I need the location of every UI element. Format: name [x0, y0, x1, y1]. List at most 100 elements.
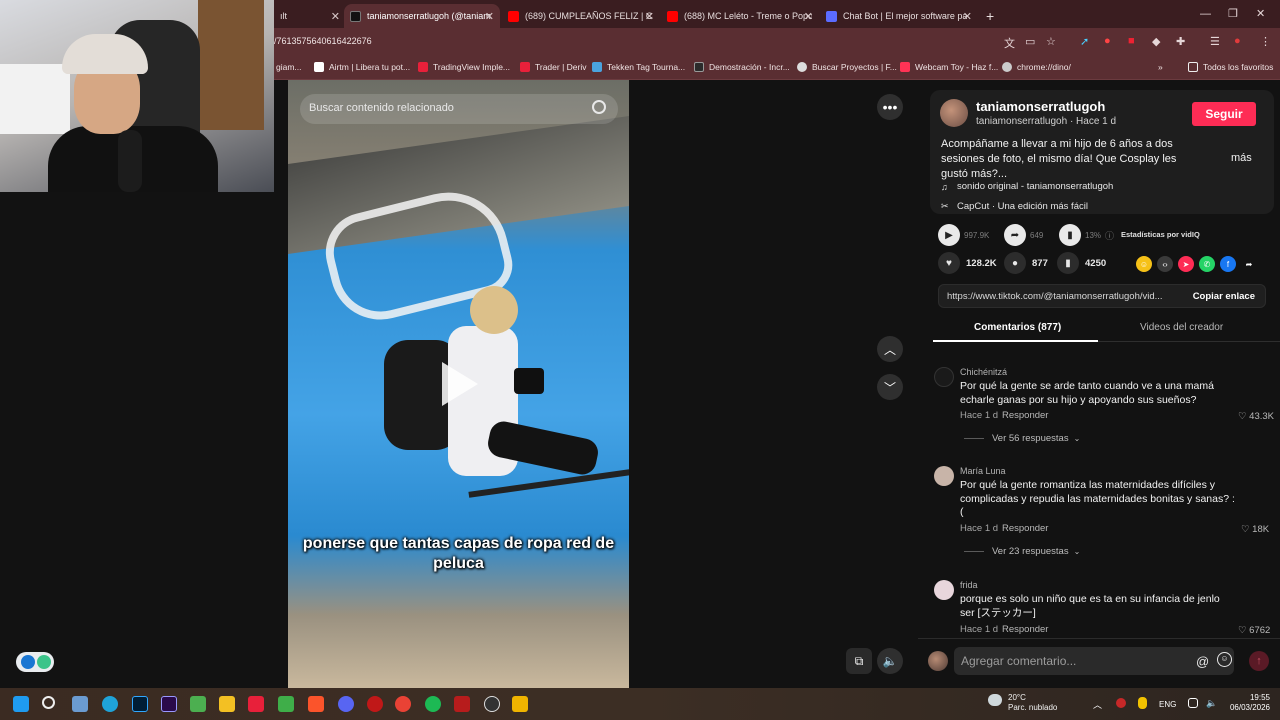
photoshop-icon[interactable]: [132, 696, 148, 712]
author-name[interactable]: taniamonserratlugoh: [976, 99, 1105, 114]
vidiq-shares[interactable]: ➦ 649: [1004, 224, 1043, 246]
facebook-icon[interactable]: f: [1220, 256, 1236, 272]
vidiq-rate[interactable]: ▮ 13% ⓘ: [1059, 224, 1114, 246]
bookmark-item[interactable]: Webcam Toy - Haz f...: [900, 62, 998, 72]
edge-icon[interactable]: [102, 696, 118, 712]
video-player[interactable]: Buscar contenido relacionado ponerse que…: [288, 80, 629, 688]
brave-icon[interactable]: [308, 696, 324, 712]
cast-icon[interactable]: ▭: [1025, 35, 1035, 48]
bookmark-item[interactable]: TradingView Imple...: [418, 62, 510, 72]
bookmark-item[interactable]: Tekken Tag Tourna...: [592, 62, 685, 72]
profile-icon[interactable]: ●: [1234, 35, 1241, 47]
weather-widget[interactable]: 20°C Parc. nublado: [1008, 693, 1057, 713]
commenter-name[interactable]: Chichénitzá: [960, 367, 1007, 377]
whatsapp-icon[interactable]: ✆: [1199, 256, 1215, 272]
commenter-avatar[interactable]: [934, 580, 954, 600]
share-more-icon[interactable]: ➦: [1241, 256, 1257, 272]
app-icon[interactable]: [72, 696, 88, 712]
menu-dots-icon[interactable]: ⋮: [1260, 35, 1271, 48]
language-indicator[interactable]: ENG: [1159, 700, 1176, 709]
restore-icon[interactable]: ❐: [1228, 7, 1238, 20]
bookmarks-overflow-icon[interactable]: »: [1158, 62, 1163, 72]
bookmark-item[interactable]: Trader | Deriv: [520, 62, 587, 72]
all-bookmarks-folder[interactable]: Todos los favoritos: [1188, 62, 1273, 72]
volume-icon[interactable]: 🔈: [877, 648, 903, 674]
sound-row[interactable]: ♫ sonido original - taniamonserratlugoh: [941, 181, 1113, 192]
network-icon[interactable]: [1188, 698, 1198, 708]
video-link[interactable]: https://www.tiktok.com/@taniamonserratlu…: [947, 291, 1175, 302]
extension-icon[interactable]: ●: [1104, 35, 1111, 47]
app-icon[interactable]: [190, 696, 206, 712]
more-options-icon[interactable]: •••: [877, 94, 903, 120]
tray-app-icon[interactable]: [1116, 698, 1126, 708]
obs-icon[interactable]: [484, 696, 500, 712]
comment-input[interactable]: [954, 647, 1234, 675]
voicemod-icon[interactable]: [454, 696, 470, 712]
comment-like[interactable]: ♡ 6762: [1238, 625, 1270, 636]
send-to-friend-icon[interactable]: ➤: [1178, 256, 1194, 272]
commenter-avatar[interactable]: [934, 367, 954, 387]
tab-1[interactable]: ılt ✕: [274, 4, 346, 28]
floating-player-icon[interactable]: ⧉: [846, 648, 872, 674]
tab-3[interactable]: (689) CUMPLEAÑOS FELIZ | Can ✕: [502, 4, 660, 28]
translate-icon[interactable]: 文: [1004, 35, 1015, 51]
mention-icon[interactable]: @: [1196, 654, 1209, 669]
view-replies[interactable]: Ver 23 respuestas ⌄: [964, 546, 1080, 557]
like-action[interactable]: ♥ 128.2K: [938, 252, 997, 274]
author-avatar[interactable]: [940, 99, 968, 127]
close-icon[interactable]: ✕: [804, 10, 813, 23]
save-action[interactable]: ▮ 4250: [1057, 252, 1106, 274]
extension-badge[interactable]: [16, 652, 54, 672]
view-replies[interactable]: Ver 56 respuestas ⌄: [964, 433, 1080, 444]
microphone-icon[interactable]: [1138, 697, 1147, 709]
tab-active[interactable]: taniamonserratlugoh (@taniam ✕: [344, 4, 500, 28]
tab-creator-videos[interactable]: Videos del creador: [1140, 322, 1223, 333]
puzzle-icon[interactable]: ✚: [1176, 35, 1185, 48]
bookmark-item[interactable]: chrome://dino/: [1002, 62, 1071, 72]
search-icon[interactable]: [42, 696, 55, 709]
vidiq-plays[interactable]: ▶ 997.9K: [938, 224, 989, 246]
minecraft-icon[interactable]: [278, 696, 294, 712]
new-tab-button[interactable]: +: [980, 4, 1000, 28]
tab-search-icon[interactable]: ☰: [1210, 35, 1220, 48]
reply-button[interactable]: Responder: [1002, 410, 1048, 421]
commenter-name[interactable]: María Luna: [960, 466, 1006, 476]
app-icon[interactable]: [367, 696, 383, 712]
discord-icon[interactable]: [338, 696, 354, 712]
comment-action[interactable]: ● 877: [1004, 252, 1048, 274]
chevron-up-icon[interactable]: ︿: [877, 336, 903, 362]
bookmark-item[interactable]: Demostración - Incr...: [694, 62, 790, 72]
close-icon[interactable]: ✕: [963, 10, 972, 23]
deriv-icon[interactable]: [248, 696, 264, 712]
volume-icon[interactable]: 🔈: [1206, 698, 1217, 708]
tab-5[interactable]: Chat Bot | El mejor software pa ✕: [820, 4, 978, 28]
capcut-row[interactable]: ✂ CapCut · Una edición más fácil: [941, 201, 1088, 212]
spotify-icon[interactable]: [425, 696, 441, 712]
bookmark-item[interactable]: Buscar Proyectos | F...: [797, 62, 897, 72]
play-icon[interactable]: [442, 362, 478, 406]
close-icon[interactable]: ✕: [331, 10, 340, 23]
windows-start-icon[interactable]: [13, 696, 29, 712]
gold-icon[interactable]: ☺: [1136, 256, 1152, 272]
minimize-icon[interactable]: —: [1200, 8, 1211, 20]
url-field[interactable]: /7613575640616422676: [274, 36, 372, 46]
send-icon[interactable]: ↑: [1249, 651, 1269, 671]
extension-icon[interactable]: ➚: [1080, 35, 1089, 48]
chrome-icon[interactable]: [395, 696, 411, 712]
chevron-up-icon[interactable]: ︿: [1093, 698, 1103, 710]
reply-button[interactable]: Responder: [1002, 523, 1048, 534]
copy-link-button[interactable]: Copiar enlace: [1193, 291, 1255, 302]
app-icon[interactable]: [512, 696, 528, 712]
tab-4[interactable]: (688) MC Leléto - Treme o Popo ✕: [661, 4, 819, 28]
tab-comments[interactable]: Comentarios (877): [974, 322, 1061, 333]
emoji-icon[interactable]: ☺: [1217, 652, 1232, 667]
close-icon[interactable]: ✕: [645, 10, 654, 23]
bookmark-item[interactable]: Airtm | Libera tu pot...: [314, 62, 410, 72]
premiere-icon[interactable]: [161, 696, 177, 712]
reply-button[interactable]: Responder: [1002, 624, 1048, 635]
embed-icon[interactable]: ‹›: [1157, 256, 1173, 272]
comment-like[interactable]: ♡ 43.3K: [1238, 411, 1274, 422]
file-explorer-icon[interactable]: [219, 696, 235, 712]
more-link[interactable]: más: [1231, 152, 1252, 164]
close-icon[interactable]: ✕: [485, 10, 494, 23]
